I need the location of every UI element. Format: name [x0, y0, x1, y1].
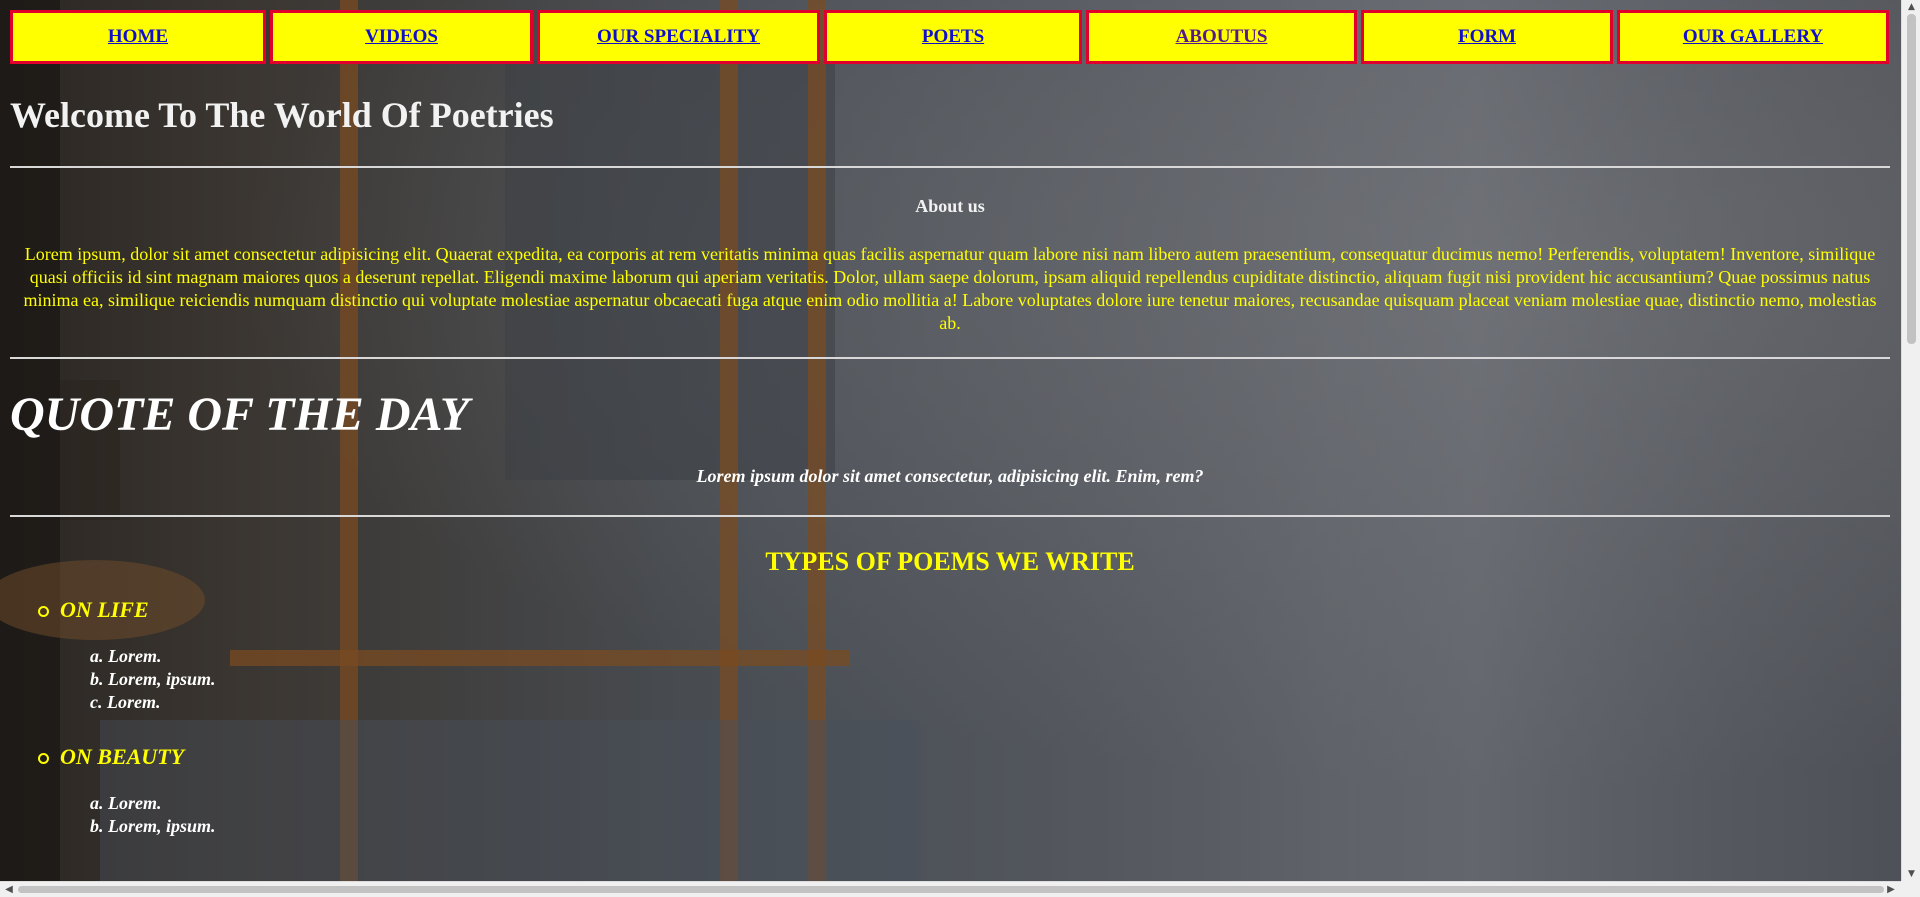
circle-bullet-icon: [38, 606, 49, 617]
nav-item-videos: VIDEOS: [270, 10, 533, 64]
divider: [10, 357, 1890, 359]
main-navigation: HOME VIDEOS OUR SPECIALITY POETS ABOUTUS…: [10, 10, 1890, 64]
poem-sublist: a. Lorem. b. Lorem, ipsum. c. Lorem.: [60, 645, 1890, 714]
nav-link-form[interactable]: FORM: [1458, 26, 1516, 48]
poem-sublist: a. Lorem. b. Lorem, ipsum.: [60, 792, 1890, 838]
divider: [10, 515, 1890, 517]
nav-item-our-speciality: OUR SPECIALITY: [537, 10, 820, 64]
nav-item-aboutus: ABOUTUS: [1086, 10, 1357, 64]
nav-item-poets: POETS: [824, 10, 1082, 64]
nav-link-our-speciality[interactable]: OUR SPECIALITY: [597, 26, 760, 48]
quote-heading: QUOTE OF THE DAY: [10, 388, 470, 441]
quote-text: Lorem ipsum dolor sit amet consectetur, …: [696, 466, 1204, 486]
circle-bullet-icon: [38, 753, 49, 764]
poem-types-list: ON LIFE a. Lorem. b. Lorem, ipsum. c. Lo…: [10, 597, 1890, 838]
nav-item-our-gallery: OUR GALLERY: [1617, 10, 1889, 64]
page-title: Welcome To The World Of Poetries: [10, 95, 554, 135]
nav-link-our-gallery[interactable]: OUR GALLERY: [1683, 26, 1823, 48]
scrollbar-corner: [1901, 881, 1920, 896]
scroll-up-arrow-icon[interactable]: ▲: [1905, 1, 1918, 13]
horizontal-scroll-thumb[interactable]: [18, 886, 1884, 893]
page-viewport: HOME VIDEOS OUR SPECIALITY POETS ABOUTUS…: [0, 0, 1901, 881]
scroll-left-arrow-icon[interactable]: ◀: [2, 883, 16, 896]
poem-category-label: ON LIFE: [60, 597, 149, 622]
horizontal-scrollbar[interactable]: ◀ ▶: [0, 881, 1920, 897]
nav-link-poets[interactable]: POETS: [922, 26, 984, 48]
divider: [10, 166, 1890, 168]
nav-item-home: HOME: [10, 10, 266, 64]
nav-link-videos[interactable]: VIDEOS: [365, 26, 438, 48]
list-item: c. Lorem.: [90, 692, 161, 712]
list-item: a. Lorem.: [90, 793, 162, 813]
poem-category-label: ON BEAUTY: [60, 744, 185, 769]
nav-link-home[interactable]: HOME: [108, 26, 168, 48]
nav-link-aboutus[interactable]: ABOUTUS: [1176, 26, 1268, 48]
about-heading: About us: [915, 196, 985, 216]
list-item: b. Lorem, ipsum.: [90, 816, 216, 836]
vertical-scroll-thumb[interactable]: [1907, 14, 1916, 344]
nav-item-form: FORM: [1361, 10, 1613, 64]
list-item: a. Lorem.: [90, 646, 162, 666]
poem-types-heading: TYPES OF POEMS WE WRITE: [765, 547, 1135, 576]
vertical-scrollbar[interactable]: ▲ ▼: [1901, 0, 1920, 881]
page-content: HOME VIDEOS OUR SPECIALITY POETS ABOUTUS…: [10, 10, 1890, 868]
poem-category: ON LIFE a. Lorem. b. Lorem, ipsum. c. Lo…: [38, 597, 1890, 714]
about-paragraph: Lorem ipsum, dolor sit amet consectetur …: [23, 244, 1877, 333]
scroll-right-arrow-icon[interactable]: ▶: [1884, 883, 1898, 896]
poem-category: ON BEAUTY a. Lorem. b. Lorem, ipsum.: [38, 744, 1890, 838]
list-item: b. Lorem, ipsum.: [90, 669, 216, 689]
scroll-down-arrow-icon[interactable]: ▼: [1905, 868, 1918, 880]
